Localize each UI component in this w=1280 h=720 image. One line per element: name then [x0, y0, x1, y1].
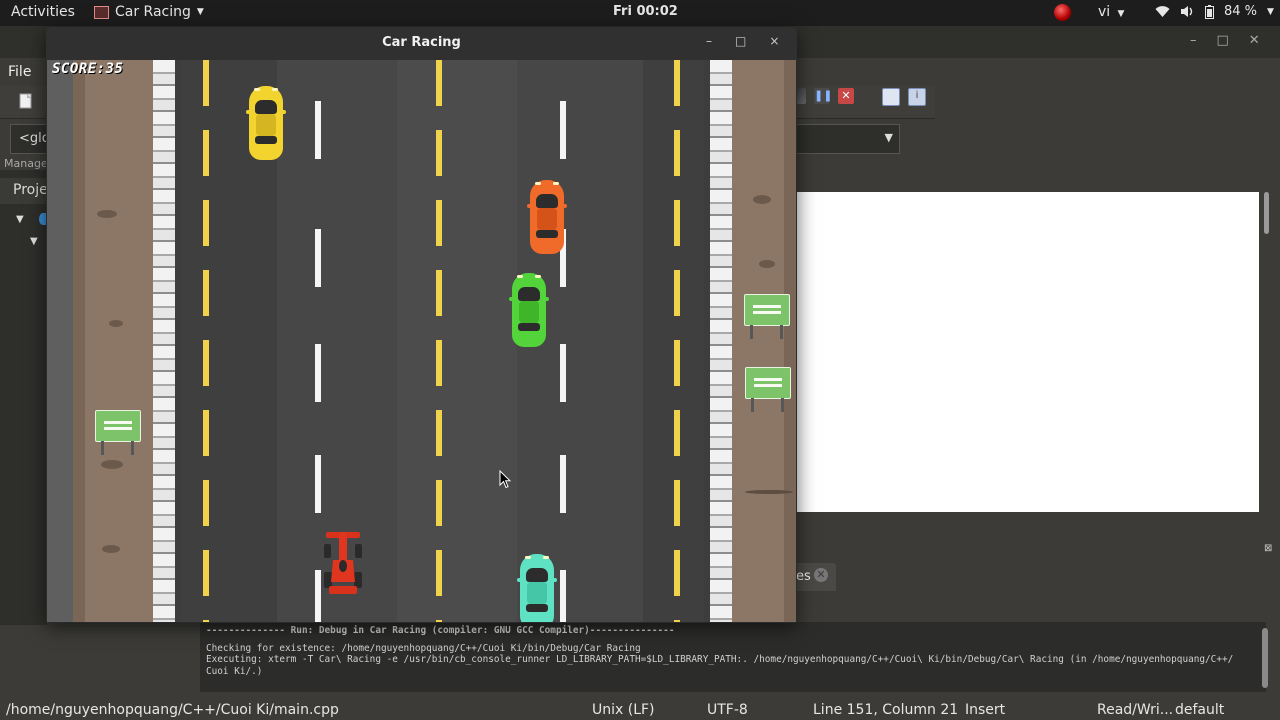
- input-language-label: vi: [1098, 4, 1111, 20]
- lane-divider-yellow: [436, 60, 442, 622]
- mouse-cursor-icon: [499, 470, 511, 489]
- status-file-path: /home/nguyenhopquang/C++/Cuoi Ki/main.cp…: [6, 702, 339, 718]
- lane-divider-yellow: [203, 60, 209, 622]
- traffic-car-green: [509, 273, 549, 347]
- verge-shadow: [73, 60, 85, 622]
- log-line: -------------- Run: Debug in Car Racing …: [206, 625, 675, 636]
- close-icon[interactable]: ⊠: [1264, 544, 1274, 554]
- dirt-patch: [753, 195, 771, 204]
- manager-panel: [0, 170, 47, 625]
- app-menu-label: Car Racing: [115, 4, 191, 20]
- stop-icon[interactable]: ✕: [838, 88, 854, 104]
- close-icon[interactable]: ✕: [1249, 33, 1260, 48]
- system-top-bar: Activities Car Racing ▼ Fri 00:02 vi ▼ 8…: [0, 0, 1280, 26]
- left-shoulder: [47, 60, 73, 622]
- activities-button[interactable]: Activities: [11, 4, 75, 20]
- tree-expand-icon[interactable]: ▼: [30, 236, 38, 247]
- ide-window-controls: – □ ✕: [1190, 33, 1260, 48]
- close-icon[interactable]: ✕: [814, 568, 828, 582]
- app-menu[interactable]: Car Racing ▼: [94, 4, 204, 20]
- lane-divider-yellow: [674, 60, 680, 622]
- left-guardrail: [153, 60, 175, 622]
- debug-toolbar: ❚❚ ✕ i: [796, 88, 926, 106]
- status-profile: default: [1175, 702, 1225, 718]
- status-encoding: UTF-8: [707, 702, 748, 718]
- chevron-down-icon: ▼: [196, 7, 204, 17]
- battery-icon: [1205, 4, 1214, 19]
- dirt-patch: [97, 210, 117, 218]
- step-arrow-icon[interactable]: [796, 88, 806, 104]
- logs-tab-label: es: [796, 569, 811, 584]
- chevron-down-icon: ▼: [1267, 6, 1274, 17]
- pause-icon[interactable]: ❚❚: [814, 88, 832, 104]
- maximize-icon[interactable]: □: [735, 34, 746, 48]
- traffic-car-orange: [527, 180, 567, 254]
- dirt-patch: [759, 260, 775, 268]
- lane-3: [397, 60, 517, 622]
- status-insert-mode: Insert: [965, 702, 1006, 718]
- log-line: Checking for existence: /home/nguyenhopq…: [206, 643, 641, 654]
- app-window-icon: [94, 5, 109, 19]
- status-bar: /home/nguyenhopquang/C++/Cuoi Ki/main.cp…: [0, 700, 1280, 720]
- status-cursor-position: Line 151, Column 21: [813, 702, 959, 718]
- clock[interactable]: Fri 00:02: [613, 4, 678, 19]
- log-scrollbar[interactable]: [1262, 628, 1268, 688]
- input-language-menu[interactable]: vi ▼: [1098, 4, 1124, 20]
- tab-projects[interactable]: Proje: [0, 178, 48, 204]
- manager-label: Manage: [4, 157, 48, 170]
- game-window-title: Car Racing: [382, 35, 461, 50]
- log-line: Cuoi Ki/.): [206, 666, 263, 677]
- chevron-down-icon: ▼: [1114, 9, 1125, 19]
- logs-tabstrip: [796, 562, 1266, 592]
- battery-percentage: 84 %: [1224, 4, 1258, 19]
- traffic-car-yellow: [246, 86, 286, 160]
- new-file-icon[interactable]: [19, 93, 33, 109]
- game-window-controls: – □ ×: [706, 34, 779, 48]
- info-icon[interactable]: i: [908, 88, 926, 106]
- tab-projects-label: Proje: [13, 182, 48, 198]
- recording-indicator-icon[interactable]: [1054, 4, 1071, 21]
- build-log: -------------- Run: Debug in Car Racing …: [200, 622, 1266, 692]
- left-verge: [73, 60, 153, 622]
- verge-shadow: [784, 60, 796, 622]
- lane-divider-white: [560, 60, 566, 622]
- volume-icon: [1181, 6, 1193, 17]
- system-tray[interactable]: 84 % ▼: [1155, 4, 1274, 19]
- function-combo[interactable]: ▼: [796, 124, 900, 154]
- status-eol: Unix (LF): [592, 702, 655, 718]
- maximize-icon[interactable]: □: [1217, 33, 1229, 48]
- traffic-car-teal: [517, 554, 557, 622]
- menu-file[interactable]: File: [8, 64, 31, 80]
- dirt-patch: [109, 320, 123, 327]
- log-line: Executing: xterm -T Car\ Racing -e /usr/…: [206, 654, 1234, 665]
- editor-document[interactable]: [797, 192, 1259, 512]
- score-display: SCORE:35: [52, 61, 124, 77]
- dirt-patch: [102, 545, 120, 553]
- minimize-icon[interactable]: –: [1190, 33, 1197, 48]
- dirt-patch: [101, 460, 123, 469]
- chevron-down-icon: ▼: [884, 131, 893, 144]
- debug-windows-icon[interactable]: [882, 88, 900, 106]
- minimize-icon[interactable]: –: [706, 34, 712, 48]
- game-canvas[interactable]: SCORE:35: [47, 60, 796, 622]
- right-verge: [732, 60, 796, 622]
- editor-scrollbar[interactable]: [1264, 192, 1269, 234]
- status-access: Read/Wri...: [1097, 702, 1174, 718]
- right-guardrail: [710, 60, 732, 622]
- dirt-patch: [745, 490, 793, 494]
- tree-expand-icon[interactable]: ▼: [16, 214, 24, 225]
- close-icon[interactable]: ×: [769, 34, 779, 48]
- wifi-icon: [1155, 6, 1170, 17]
- player-car: [324, 532, 362, 594]
